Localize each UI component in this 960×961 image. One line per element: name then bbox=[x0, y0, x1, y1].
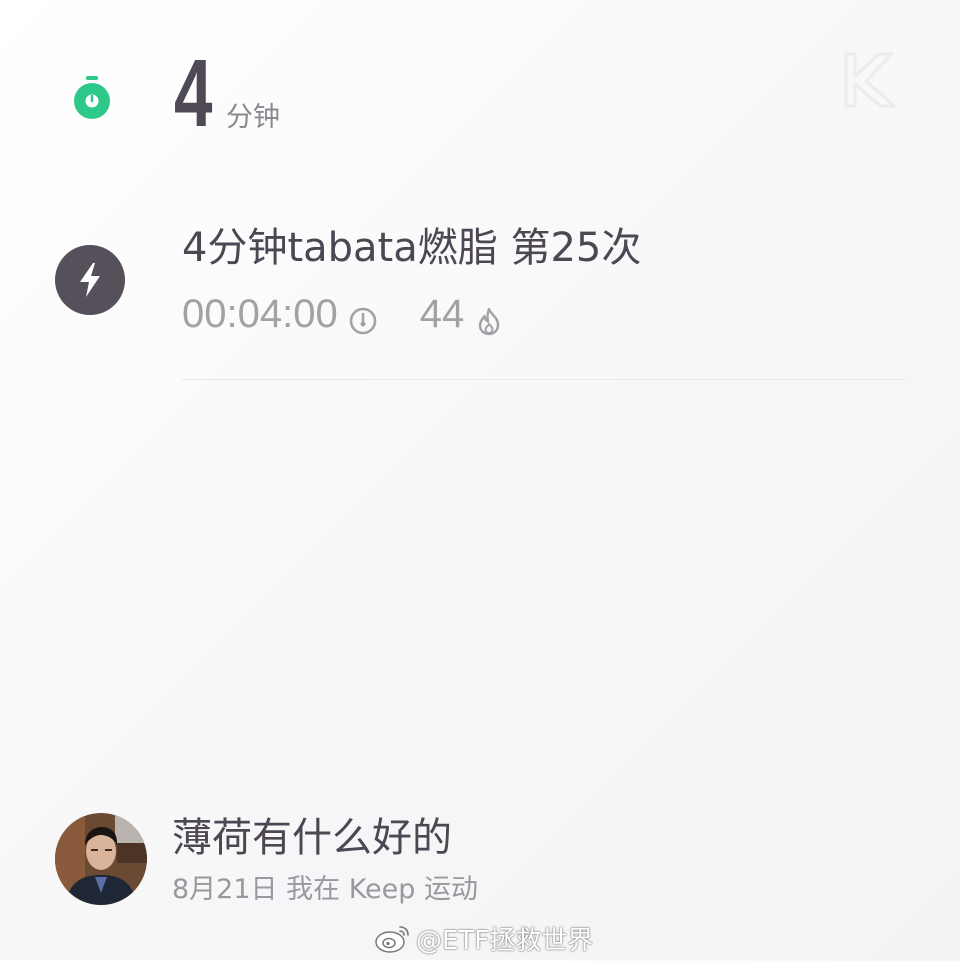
workout-time: 00:04:00 bbox=[182, 292, 338, 336]
avatar[interactable] bbox=[55, 813, 147, 905]
workout-duration: 4 分钟 bbox=[174, 46, 280, 142]
lightning-bolt-icon bbox=[55, 245, 125, 315]
keep-logo-icon bbox=[840, 50, 902, 112]
duration-unit: 分钟 bbox=[226, 102, 280, 133]
watermark-text: @ETF拯救世界 bbox=[416, 925, 594, 956]
watermark: @ETF拯救世界 bbox=[374, 918, 593, 958]
duration-value: 4 bbox=[174, 40, 213, 147]
workout-calories: 44 bbox=[419, 292, 465, 336]
activity-meta: 8月21日 我在 Keep 运动 bbox=[172, 874, 479, 905]
workout-stats: 00:04:00 44 bbox=[182, 290, 504, 338]
workout-title[interactable]: 4分钟tabata燃脂 第25次 bbox=[182, 222, 641, 274]
user-name[interactable]: 薄荷有什么好的 bbox=[172, 812, 452, 864]
divider bbox=[182, 379, 905, 380]
clock-icon bbox=[348, 299, 378, 335]
weibo-icon bbox=[374, 922, 412, 954]
flame-icon bbox=[474, 299, 504, 336]
stopwatch-icon bbox=[72, 74, 112, 122]
